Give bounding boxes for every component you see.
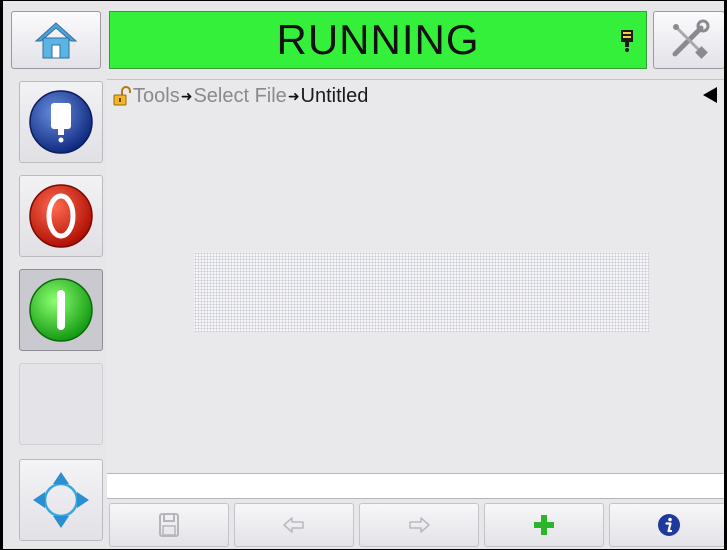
start-icon [29,278,93,342]
content-area: Tools ➜ Select File ➜ Untitled [107,79,726,472]
redo-button[interactable] [359,503,479,547]
info-button[interactable] [609,503,726,547]
bottom-toolbar [107,501,726,549]
ink-jet-icon [29,90,93,154]
breadcrumb-current: Untitled [300,84,369,107]
printhead-icon [621,30,633,52]
navigation-arrows-icon [33,472,89,528]
home-icon [34,22,78,59]
unlocked-padlock-icon [113,86,131,106]
app-window: RUNNING Tools ➜ Select File ➜ Untitled [0,0,727,550]
navigation-button[interactable] [19,459,103,541]
info-icon [658,514,680,536]
add-icon [534,515,554,535]
stop-icon [29,184,93,248]
status-bar[interactable]: RUNNING [109,11,647,69]
ink-system-button[interactable] [19,81,103,163]
window-border [0,0,3,550]
save-icon [159,513,179,537]
text-entry-field[interactable] [107,473,726,499]
tools-button[interactable] [653,11,725,69]
undo-button[interactable] [234,503,354,547]
breadcrumb-tools[interactable]: Tools [133,85,180,108]
sidebar-empty-slot [19,363,103,445]
save-button[interactable] [109,503,229,547]
breadcrumb-separator: ➜ [180,87,193,104]
back-button[interactable] [702,86,718,109]
home-button[interactable] [11,11,101,69]
start-button[interactable] [19,269,103,351]
tools-icon [672,19,710,59]
add-button[interactable] [484,503,604,547]
breadcrumb-separator: ➜ [287,87,300,104]
stop-button[interactable] [19,175,103,257]
status-text: RUNNING [276,16,480,63]
back-triangle-icon [703,87,717,103]
print-message-canvas[interactable] [194,252,649,332]
undo-icon [283,517,304,533]
breadcrumb-select-file[interactable]: Select File [193,85,286,108]
breadcrumb: Tools ➜ Select File ➜ Untitled [107,80,368,112]
redo-icon [409,517,430,533]
